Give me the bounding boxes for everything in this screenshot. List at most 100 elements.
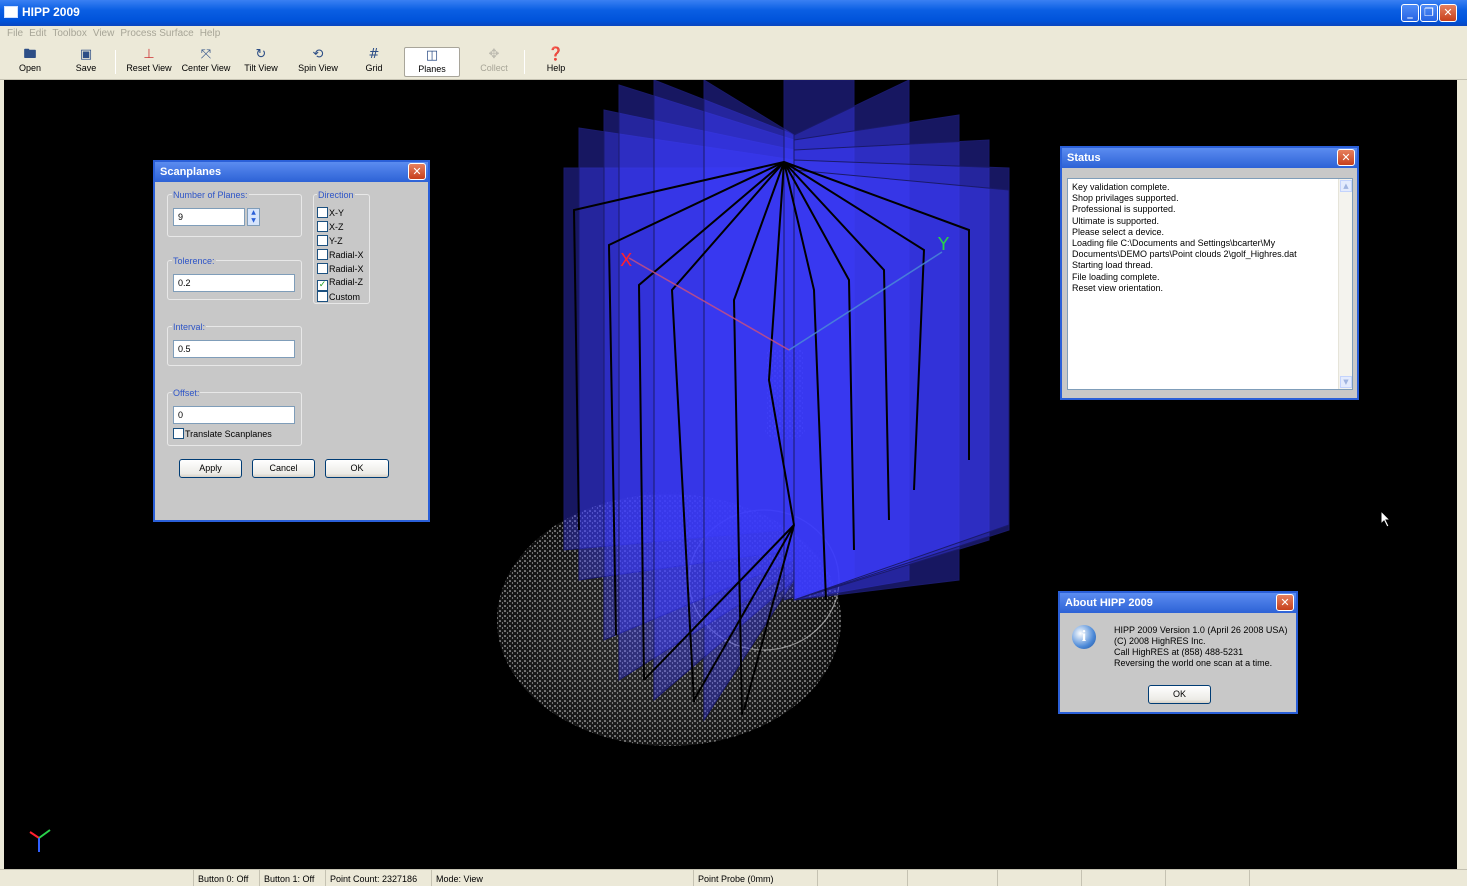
- direction-x-z-checkbox[interactable]: X-Z: [317, 221, 344, 234]
- restore-button[interactable]: ❐: [1420, 4, 1438, 22]
- status-bar: Button 0: Off Button 1: Off Point Count:…: [0, 869, 1467, 886]
- status-line: Reset view orientation.: [1072, 282, 1164, 293]
- open-folder-icon: 🖿: [23, 47, 37, 62]
- statusbar-pane: [1082, 870, 1166, 886]
- point-probe-status: Point Probe (0mm): [694, 870, 818, 886]
- planes-button[interactable]: ◫ Planes: [404, 47, 460, 77]
- grid-icon: #: [368, 47, 380, 62]
- cancel-button[interactable]: Cancel: [252, 459, 315, 478]
- save-button[interactable]: ▣ Save: [66, 47, 106, 77]
- translate-scanplanes-checkbox[interactable]: Translate Scanplanes: [173, 428, 272, 441]
- mouse-pointer-icon: [1380, 510, 1392, 528]
- status-line: Starting load thread.: [1072, 260, 1154, 271]
- y-axis-label: Y: [937, 234, 950, 255]
- minimize-button[interactable]: _: [1401, 4, 1419, 22]
- direction-radial-x-2-checkbox[interactable]: Radial-X: [317, 263, 364, 276]
- about-close-button[interactable]: ✕: [1276, 594, 1294, 611]
- x-axis-label: X: [620, 250, 632, 271]
- about-title: About HIPP 2009: [1065, 597, 1153, 609]
- scroll-up-icon[interactable]: ▲: [1340, 180, 1352, 192]
- direction-radial-x-checkbox[interactable]: Radial-X: [317, 249, 364, 262]
- collect-button[interactable]: ✥ Collect: [474, 47, 514, 77]
- menu-toolbox[interactable]: Toolbox: [49, 26, 89, 41]
- app-icon: [4, 6, 18, 18]
- checkbox-box: [317, 291, 328, 302]
- menu-process-surface[interactable]: Process Surface: [117, 26, 196, 41]
- window-title: HIPP 2009: [22, 5, 80, 19]
- status-scrollbar[interactable]: ▲ ▼: [1338, 179, 1352, 389]
- toolbar: 🖿 Open ▣ Save ⊥ Reset View ⤧ Center View…: [0, 44, 1467, 80]
- hipp-app-window: HIPP 2009 _ ❐ ✕ File Edit Toolbox View Proce…: [0, 0, 1467, 886]
- status-line: Key validation complete.: [1072, 182, 1170, 192]
- spin-view-button[interactable]: ⟲ Spin View: [294, 47, 342, 77]
- checkbox-box: [317, 263, 328, 274]
- menu-file[interactable]: File: [4, 26, 26, 41]
- grid-button[interactable]: # Grid: [356, 47, 392, 77]
- title-bar: HIPP 2009 _ ❐ ✕: [0, 0, 1467, 26]
- floppy-disk-icon: ▣: [79, 47, 93, 62]
- status-line: Loading file C:\Documents and Settings\b…: [1072, 238, 1276, 249]
- menu-edit[interactable]: Edit: [26, 26, 49, 41]
- about-text: HIPP 2009 Version 1.0 (April 26 2008 USA…: [1114, 625, 1287, 669]
- direction-y-z-checkbox[interactable]: Y-Z: [317, 235, 343, 248]
- checkbox-box: [173, 428, 184, 439]
- statusbar-pane: [908, 870, 998, 886]
- interval-input[interactable]: 0.5: [173, 340, 295, 358]
- status-line: Please select a device.: [1072, 226, 1165, 237]
- about-title-bar[interactable]: About HIPP 2009 ✕: [1060, 593, 1296, 613]
- status-close-button[interactable]: ✕: [1337, 149, 1355, 166]
- checkbox-box: [317, 207, 328, 218]
- toolbar-separator: [524, 50, 525, 74]
- num-planes-stepper[interactable]: ▲ ▼: [247, 208, 260, 226]
- status-title-bar[interactable]: Status ✕: [1062, 148, 1357, 168]
- about-line: (C) 2008 HighRES Inc.: [1114, 636, 1206, 646]
- scroll-down-icon[interactable]: ▼: [1340, 376, 1352, 388]
- point-count-status: Point Count: 2327186: [326, 870, 432, 886]
- status-line: File loading complete.: [1072, 271, 1160, 282]
- tilt-rotate-icon: ↻: [255, 47, 267, 62]
- ok-button[interactable]: OK: [325, 459, 389, 478]
- orientation-triad-icon: [29, 829, 51, 852]
- checkmark-icon: ✓: [317, 280, 328, 291]
- about-ok-button[interactable]: OK: [1148, 685, 1211, 704]
- offset-input[interactable]: 0: [173, 406, 295, 424]
- status-log[interactable]: Key validation complete. Shop privilages…: [1067, 178, 1353, 390]
- about-line: Call HighRES at (858) 488-5231: [1114, 647, 1244, 657]
- scanplanes-dialog: Scanplanes ✕ Number of Planes: 9 ▲ ▼ Tole…: [153, 160, 430, 522]
- help-button[interactable]: ❓ Help: [538, 47, 574, 77]
- tolerance-input[interactable]: 0.2: [173, 274, 295, 292]
- menu-view[interactable]: View: [90, 26, 118, 41]
- menu-help[interactable]: Help: [197, 26, 224, 41]
- scanplanes-title: Scanplanes: [160, 166, 222, 178]
- tilt-view-button[interactable]: ↻ Tilt View: [240, 47, 282, 77]
- toolbar-separator: [115, 50, 116, 74]
- scanplanes-close-button[interactable]: ✕: [408, 163, 426, 180]
- planes-icon: ◫: [425, 48, 439, 63]
- direction-custom-checkbox[interactable]: Custom: [317, 291, 360, 304]
- interval-label: Interval:: [172, 322, 207, 332]
- center-view-button[interactable]: ⤧ Center View: [179, 47, 233, 77]
- scanplanes-title-bar[interactable]: Scanplanes ✕: [155, 162, 428, 182]
- direction-x-y-checkbox[interactable]: X-Y: [317, 207, 344, 220]
- status-line: Ultimate is supported.: [1072, 215, 1160, 226]
- about-line: Reversing the world one scan at a time.: [1114, 658, 1273, 668]
- button0-status: Button 0: Off: [194, 870, 260, 886]
- statusbar-blank: [0, 870, 194, 886]
- checkbox-box: [317, 249, 328, 260]
- apply-button[interactable]: Apply: [179, 459, 242, 478]
- spin-orbit-icon: ⟲: [312, 47, 324, 62]
- num-planes-label: Number of Planes:: [172, 190, 249, 200]
- reset-view-button[interactable]: ⊥ Reset View: [124, 47, 174, 77]
- mode-status: Mode: View: [432, 870, 694, 886]
- num-planes-input[interactable]: 9: [173, 208, 245, 226]
- statusbar-pane: [1166, 870, 1250, 886]
- offset-label: Offset:: [172, 388, 201, 398]
- menu-bar: File Edit Toolbox View Process Surface Help: [0, 26, 1467, 44]
- status-line: Shop privilages supported.: [1072, 193, 1179, 204]
- statusbar-pane: [818, 870, 908, 886]
- direction-radial-z-checkbox[interactable]: ✓ Radial-Z: [317, 277, 363, 291]
- close-window-button[interactable]: ✕: [1439, 4, 1457, 22]
- collect-crosshair-icon: ✥: [488, 47, 500, 62]
- open-button[interactable]: 🖿 Open: [10, 47, 50, 77]
- checkbox-box: [317, 235, 328, 246]
